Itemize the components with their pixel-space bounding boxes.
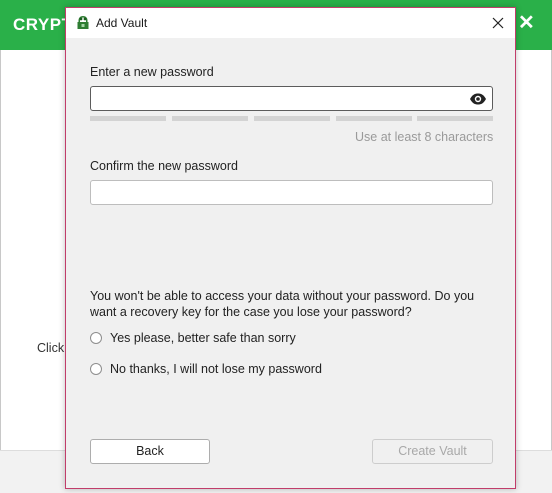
confirm-password-label: Confirm the new password (90, 159, 238, 173)
show-password-eye-icon[interactable] (469, 92, 487, 106)
new-password-input[interactable] (90, 86, 493, 111)
dialog-title: Add Vault (96, 16, 148, 30)
recovery-option-no[interactable]: No thanks, I will not lose my password (90, 361, 340, 379)
cryptomator-icon (77, 16, 89, 29)
strength-segment (90, 116, 166, 121)
recovery-option-no-label: No thanks, I will not lose my password (110, 362, 322, 376)
password-hint: Use at least 8 characters (355, 130, 494, 144)
strength-segment (254, 116, 330, 121)
confirm-password-input[interactable] (90, 180, 493, 205)
create-vault-button[interactable]: Create Vault (372, 439, 493, 464)
app-close-icon[interactable]: ✕ (518, 13, 535, 33)
recovery-option-yes-label: Yes please, better safe than sorry (110, 331, 296, 345)
app-left-border (0, 50, 1, 492)
strength-segment (336, 116, 412, 121)
new-password-label: Enter a new password (90, 65, 214, 79)
close-icon[interactable] (489, 14, 507, 32)
dialog-titlebar: Add Vault (66, 8, 515, 38)
radio-yes[interactable] (90, 332, 102, 344)
recovery-option-yes[interactable]: Yes please, better safe than sorry (90, 330, 320, 348)
recovery-key-question: You won't be able to access your data wi… (90, 289, 475, 319)
strength-segment (417, 116, 493, 121)
add-vault-dialog: Add Vault Enter a new password Use at le… (65, 7, 516, 489)
back-button[interactable]: Back (90, 439, 210, 464)
app-click-text: Click (37, 341, 65, 355)
strength-segment (172, 116, 248, 121)
radio-no[interactable] (90, 363, 102, 375)
